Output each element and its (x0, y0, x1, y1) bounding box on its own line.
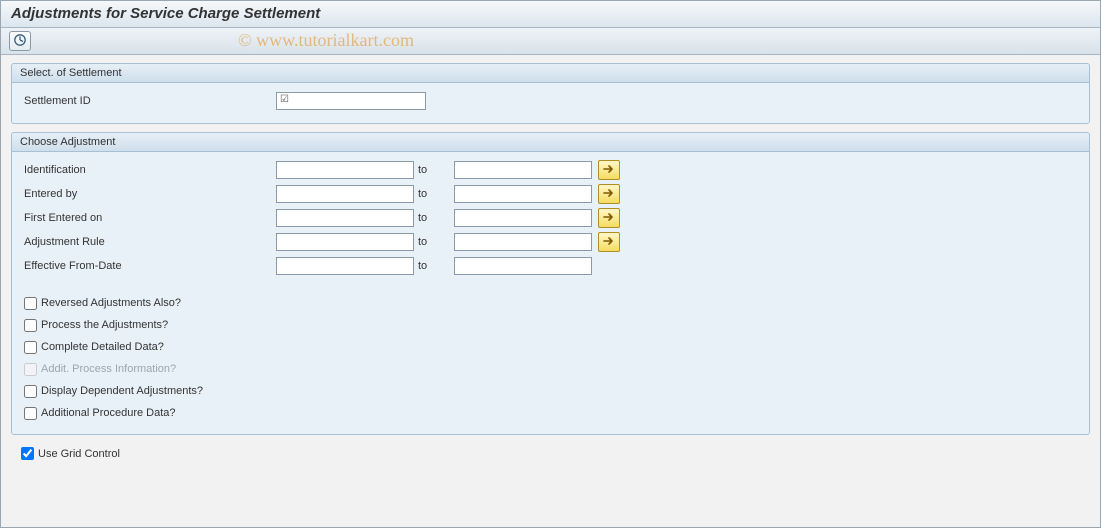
row-adjustment-rule: Adjustment Rule to (22, 230, 1079, 254)
group-choose-adjustment: Choose Adjustment Identification to (11, 132, 1090, 435)
first-entered-on-to-label: to (414, 212, 454, 224)
arrow-right-icon (603, 236, 615, 249)
content-area: Select. of Settlement Settlement ID ☑ Ch… (1, 55, 1100, 472)
app-toolbar (1, 28, 1100, 55)
page-title: Adjustments for Service Charge Settlemen… (1, 1, 1100, 28)
entered-by-high-input[interactable] (454, 185, 592, 203)
first-entered-on-label: First Entered on (22, 212, 276, 224)
arrow-right-icon (603, 164, 615, 177)
app-window: Adjustments for Service Charge Settlemen… (0, 0, 1101, 528)
use-grid-control-checkbox[interactable] (21, 447, 34, 460)
display-dependent-label: Display Dependent Adjustments? (41, 385, 203, 397)
group-choose-adjustment-header: Choose Adjustment (12, 133, 1089, 152)
additional-procedure-checkbox[interactable] (24, 407, 37, 420)
reversed-adjustments-label: Reversed Adjustments Also? (41, 297, 181, 309)
effective-from-date-high-input[interactable] (454, 257, 592, 275)
check-complete-row: Complete Detailed Data? (22, 336, 1079, 358)
row-entered-by: Entered by to (22, 182, 1079, 206)
entered-by-multiselect-button[interactable] (598, 184, 620, 204)
check-procedure-row: Additional Procedure Data? (22, 402, 1079, 424)
group-select-settlement-header: Select. of Settlement (12, 64, 1089, 83)
adjustment-rule-low-input[interactable] (276, 233, 414, 251)
entered-by-to-label: to (414, 188, 454, 200)
row-effective-from-date: Effective From-Date to (22, 254, 1079, 278)
addit-process-info-label: Addit. Process Information? (41, 363, 176, 375)
row-identification: Identification to (22, 158, 1079, 182)
check-dependent-row: Display Dependent Adjustments? (22, 380, 1079, 402)
first-entered-on-low-input[interactable] (276, 209, 414, 227)
identification-low-input[interactable] (276, 161, 414, 179)
page-title-text: Adjustments for Service Charge Settlemen… (11, 5, 320, 22)
identification-multiselect-button[interactable] (598, 160, 620, 180)
complete-detailed-data-label: Complete Detailed Data? (41, 341, 164, 353)
footer-grid-control-row: Use Grid Control (11, 443, 1090, 464)
first-entered-on-multiselect-button[interactable] (598, 208, 620, 228)
effective-from-date-low-input[interactable] (276, 257, 414, 275)
arrow-right-icon (603, 188, 615, 201)
effective-from-date-to-label: to (414, 260, 454, 272)
adjustment-rule-label: Adjustment Rule (22, 236, 276, 248)
complete-detailed-data-checkbox[interactable] (24, 341, 37, 354)
identification-to-label: to (414, 164, 454, 176)
adjustment-rule-to-label: to (414, 236, 454, 248)
entered-by-low-input[interactable] (276, 185, 414, 203)
process-adjustments-checkbox[interactable] (24, 319, 37, 332)
row-first-entered-on: First Entered on to (22, 206, 1079, 230)
check-process-row: Process the Adjustments? (22, 314, 1079, 336)
group-select-settlement: Select. of Settlement Settlement ID ☑ (11, 63, 1090, 124)
settlement-id-label: Settlement ID (22, 95, 276, 107)
first-entered-on-high-input[interactable] (454, 209, 592, 227)
identification-high-input[interactable] (454, 161, 592, 179)
adjustment-rule-multiselect-button[interactable] (598, 232, 620, 252)
clock-execute-icon (13, 33, 27, 50)
effective-from-date-label: Effective From-Date (22, 260, 276, 272)
execute-button[interactable] (9, 31, 31, 51)
arrow-right-icon (603, 212, 615, 225)
additional-procedure-label: Additional Procedure Data? (41, 407, 176, 419)
settlement-id-input[interactable] (276, 92, 426, 110)
entered-by-label: Entered by (22, 188, 276, 200)
display-dependent-checkbox[interactable] (24, 385, 37, 398)
identification-label: Identification (22, 164, 276, 176)
check-addit-row: Addit. Process Information? (22, 358, 1079, 380)
addit-process-info-checkbox (24, 363, 37, 376)
process-adjustments-label: Process the Adjustments? (41, 319, 168, 331)
check-reversed-row: Reversed Adjustments Also? (22, 292, 1079, 314)
use-grid-control-label: Use Grid Control (38, 448, 120, 460)
reversed-adjustments-checkbox[interactable] (24, 297, 37, 310)
adjustment-rule-high-input[interactable] (454, 233, 592, 251)
